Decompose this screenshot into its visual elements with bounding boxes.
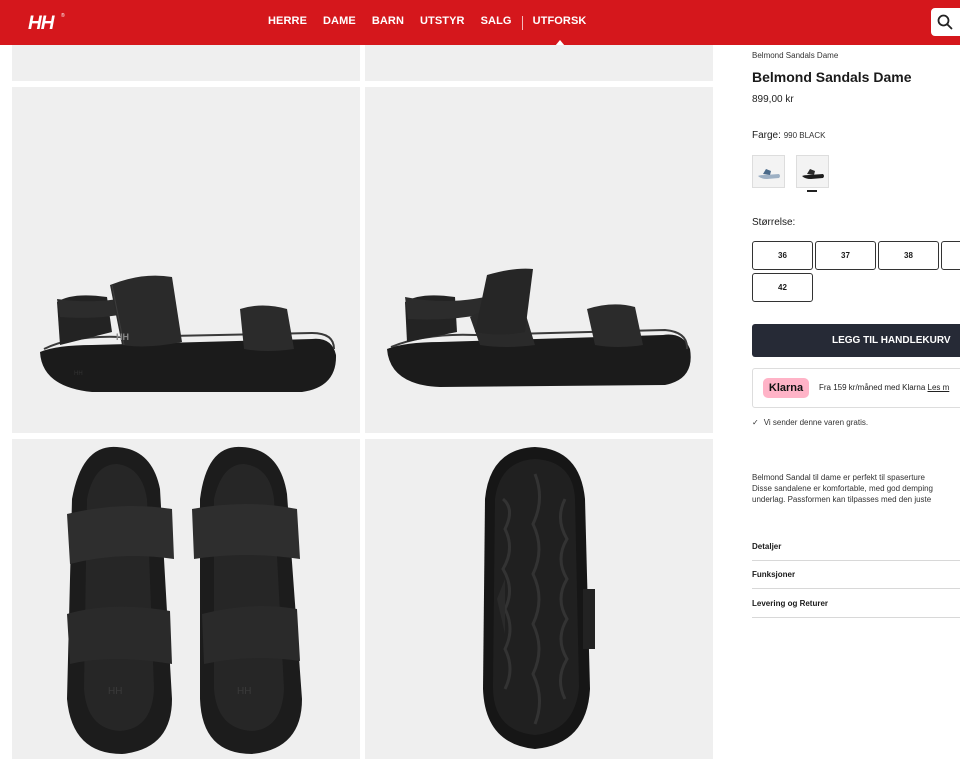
gallery-image-5[interactable]: HH HH bbox=[12, 439, 360, 759]
nav-dame[interactable]: DAME bbox=[323, 0, 356, 45]
swatch-sandal-blue-thumbnail bbox=[758, 169, 780, 179]
svg-text:HH: HH bbox=[116, 332, 129, 342]
nav-utforsk[interactable]: UTFORSK bbox=[533, 0, 587, 46]
size-button-36[interactable]: 36 bbox=[752, 241, 813, 270]
klarna-installment-text: Fra 159 kr/måned med Klarna bbox=[819, 383, 928, 392]
klarna-read-more-link[interactable]: Les m bbox=[928, 383, 950, 392]
product-description: Belmond Sandal til dame er perfekt til s… bbox=[752, 472, 933, 505]
nav-divider bbox=[521, 15, 523, 30]
breadcrumb[interactable]: Belmond Sandals Dame bbox=[752, 51, 838, 60]
nav-salg[interactable]: SALG bbox=[481, 0, 512, 45]
product-title: Belmond Sandals Dame bbox=[752, 69, 912, 85]
gallery-image-2[interactable] bbox=[365, 45, 713, 81]
klarna-logo: Klarna bbox=[763, 378, 809, 398]
size-button-42[interactable]: 42 bbox=[752, 273, 813, 302]
color-swatch-blue[interactable] bbox=[752, 155, 785, 188]
add-to-cart-button[interactable]: LEGG TIL HANDLEKURV bbox=[752, 324, 960, 357]
swatch-sandal-black-thumbnail bbox=[802, 169, 824, 179]
product-price: 899,00 kr bbox=[752, 94, 794, 105]
gallery-image-4[interactable] bbox=[365, 87, 713, 433]
gallery-image-6[interactable] bbox=[365, 439, 713, 759]
svg-text:HH: HH bbox=[28, 13, 56, 33]
svg-text:HH: HH bbox=[237, 686, 251, 697]
gallery-image-3[interactable]: HH HH bbox=[12, 87, 360, 433]
svg-text:HH: HH bbox=[74, 371, 83, 377]
klarna-text: Fra 159 kr/måned med Klarna Les m bbox=[819, 383, 949, 392]
helly-hansen-logo[interactable]: HH ® bbox=[28, 11, 68, 33]
size-button-cut-off[interactable] bbox=[941, 241, 960, 270]
color-selector-label: Farge: 990 BLACK bbox=[752, 130, 826, 141]
description-line: Belmond Sandal til dame er perfekt til s… bbox=[752, 473, 925, 482]
product-gallery: HH HH HH HH bbox=[0, 45, 730, 759]
accordion-delivery-returns[interactable]: Levering og Returer bbox=[752, 589, 960, 618]
description-line: underlag. Passformen kan tilpasses med d… bbox=[752, 495, 932, 504]
klarna-banner: Klarna Fra 159 kr/måned med Klarna Les m bbox=[752, 368, 960, 408]
nav-herre[interactable]: HERRE bbox=[268, 0, 307, 45]
shipping-text: Vi sender denne varen gratis. bbox=[763, 418, 869, 427]
sandal-side-view-image: HH HH bbox=[40, 275, 337, 392]
color-value: 990 BLACK bbox=[783, 131, 826, 140]
main-nav: HERRE DAME BARN UTSTYR SALG UTFORSK bbox=[268, 0, 602, 46]
accordion-details[interactable]: Detaljer bbox=[752, 532, 960, 561]
sandal-sole-image bbox=[483, 447, 595, 749]
search-icon bbox=[937, 14, 953, 30]
gallery-image-1[interactable] bbox=[12, 45, 360, 81]
sandal-top-view-image: HH HH bbox=[67, 446, 302, 754]
color-label: Farge: bbox=[752, 130, 781, 141]
size-selector-label: Størrelse: bbox=[752, 217, 796, 228]
color-swatch-black[interactable] bbox=[796, 155, 829, 188]
nav-barn[interactable]: BARN bbox=[372, 0, 404, 45]
size-button-38[interactable]: 38 bbox=[878, 241, 939, 270]
check-icon: ✓ bbox=[752, 418, 759, 427]
nav-utstyr[interactable]: UTSTYR bbox=[420, 0, 465, 45]
top-navigation-bar: HH ® HERRE DAME BARN UTSTYR SALG UTFORSK bbox=[0, 0, 960, 46]
sandal-side-view-image-2 bbox=[387, 268, 691, 387]
svg-text:HH: HH bbox=[108, 686, 122, 697]
description-line: Disse sandalene er komfortable, med god … bbox=[752, 484, 933, 493]
search-button[interactable] bbox=[931, 8, 960, 36]
size-button-37[interactable]: 37 bbox=[815, 241, 876, 270]
selected-swatch-indicator bbox=[807, 190, 817, 192]
svg-text:®: ® bbox=[61, 12, 65, 19]
accordion-features[interactable]: Funksjoner bbox=[752, 560, 960, 589]
shipping-info: ✓ Vi sender denne varen gratis. bbox=[752, 418, 868, 427]
